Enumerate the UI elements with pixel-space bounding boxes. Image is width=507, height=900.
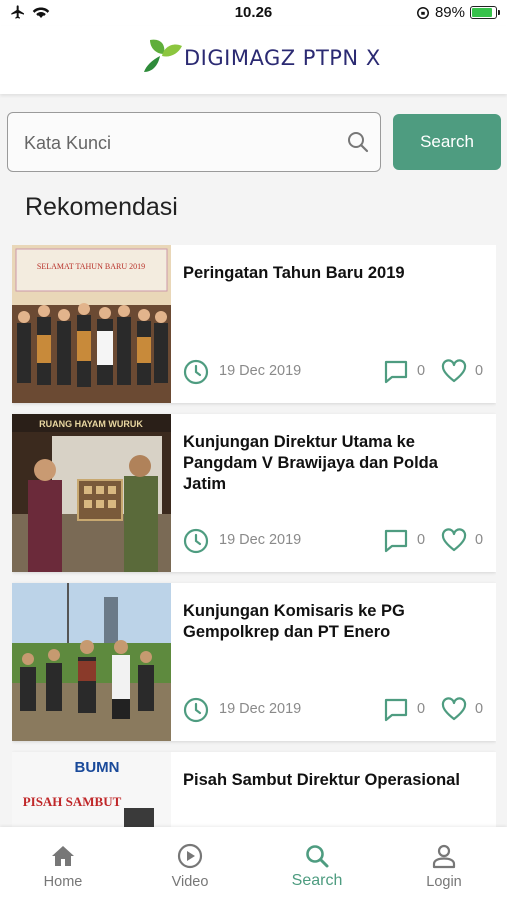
article-thumbnail[interactable]: SELAMAT TAHUN BARU 2019 [12, 245, 171, 403]
thumb-logo-text: BUMN [75, 759, 120, 776]
user-icon [432, 844, 456, 869]
search-field[interactable] [7, 112, 381, 172]
status-right: 89% [416, 4, 500, 21]
thumb-banner-text: RUANG HAYAM WURUK [39, 419, 143, 429]
brand-logo: DIGIMAGZ PTPN X [142, 36, 381, 74]
nav-home-label: Home [43, 874, 83, 890]
article-title[interactable]: Kunjungan Direktur Utama ke Pangdam V Br… [183, 432, 483, 495]
heart-icon[interactable] [441, 528, 467, 554]
leaf-logo-icon [144, 39, 182, 72]
clock-icon [183, 528, 209, 554]
app-header: DIGIMAGZ PTPN X [0, 26, 507, 94]
bottom-navigation: Home Video Search Login [0, 827, 507, 900]
search-input[interactable] [24, 127, 334, 159]
article-meta: 19 Dec 2019 0 0 [183, 697, 487, 723]
heart-icon[interactable] [441, 697, 467, 723]
thumb-banner-text: SELAMAT TAHUN BARU 2019 [37, 262, 145, 271]
battery-icon [470, 6, 500, 19]
article-thumbnail[interactable]: BUMN PISAH SAMBUT [12, 752, 171, 827]
comment-icon[interactable] [383, 697, 409, 723]
rotation-lock-icon [416, 6, 429, 19]
play-circle-icon [177, 843, 203, 869]
thumb-banner-text: PISAH SAMBUT [23, 794, 122, 809]
like-count: 0 [475, 363, 484, 379]
status-bar: 10.26 89% [0, 0, 507, 26]
article-meta: 19 Dec 2019 0 0 [183, 359, 487, 385]
article-card[interactable]: Kunjungan Komisaris ke PG Gempolkrep dan… [12, 583, 496, 741]
article-thumbnail[interactable] [12, 583, 171, 741]
search-icon [306, 845, 329, 868]
search-row: Search [7, 112, 501, 172]
nav-search[interactable]: Search [254, 827, 380, 900]
like-count: 0 [475, 532, 484, 548]
clock-icon [183, 359, 209, 385]
nav-search-label: Search [291, 872, 343, 889]
article-title[interactable]: Kunjungan Komisaris ke PG Gempolkrep dan… [183, 601, 483, 643]
home-icon [52, 846, 74, 866]
heart-icon[interactable] [441, 359, 467, 385]
article-date: 19 Dec 2019 [219, 532, 302, 548]
article-date: 19 Dec 2019 [219, 363, 302, 379]
article-title[interactable]: Pisah Sambut Direktur Operasional [183, 770, 483, 791]
comment-icon[interactable] [383, 359, 409, 385]
nav-home[interactable]: Home [0, 827, 126, 900]
section-title: Rekomendasi [25, 193, 178, 221]
nav-video-label: Video [171, 874, 209, 890]
clock-icon [183, 697, 209, 723]
comment-count: 0 [417, 363, 426, 379]
article-card[interactable]: SELAMAT TAHUN BARU 2019 Peringatan Tahun… [12, 245, 496, 403]
article-card[interactable]: BUMN PISAH SAMBUT Pisah Sambut Direktur … [12, 752, 496, 827]
brand-name: DIGIMAGZ PTPN X [184, 46, 381, 70]
article-date: 19 Dec 2019 [219, 701, 302, 717]
comment-icon[interactable] [383, 528, 409, 554]
like-count: 0 [475, 701, 484, 717]
nav-login-label: Login [426, 874, 462, 890]
article-thumbnail[interactable]: RUANG HAYAM WURUK [12, 414, 171, 572]
article-list: SELAMAT TAHUN BARU 2019 Peringatan Tahun… [12, 245, 496, 827]
nav-video[interactable]: Video [127, 827, 253, 900]
comment-count: 0 [417, 532, 426, 548]
nav-login[interactable]: Login [381, 827, 507, 900]
article-title[interactable]: Peringatan Tahun Baru 2019 [183, 263, 483, 284]
article-card[interactable]: RUANG HAYAM WURUK Kunjungan Direktur Uta… [12, 414, 496, 572]
battery-percent: 89% [434, 4, 465, 21]
comment-count: 0 [417, 701, 426, 717]
article-meta: 19 Dec 2019 0 0 [183, 528, 487, 554]
search-icon[interactable] [346, 130, 370, 154]
search-button[interactable]: Search [393, 114, 501, 170]
